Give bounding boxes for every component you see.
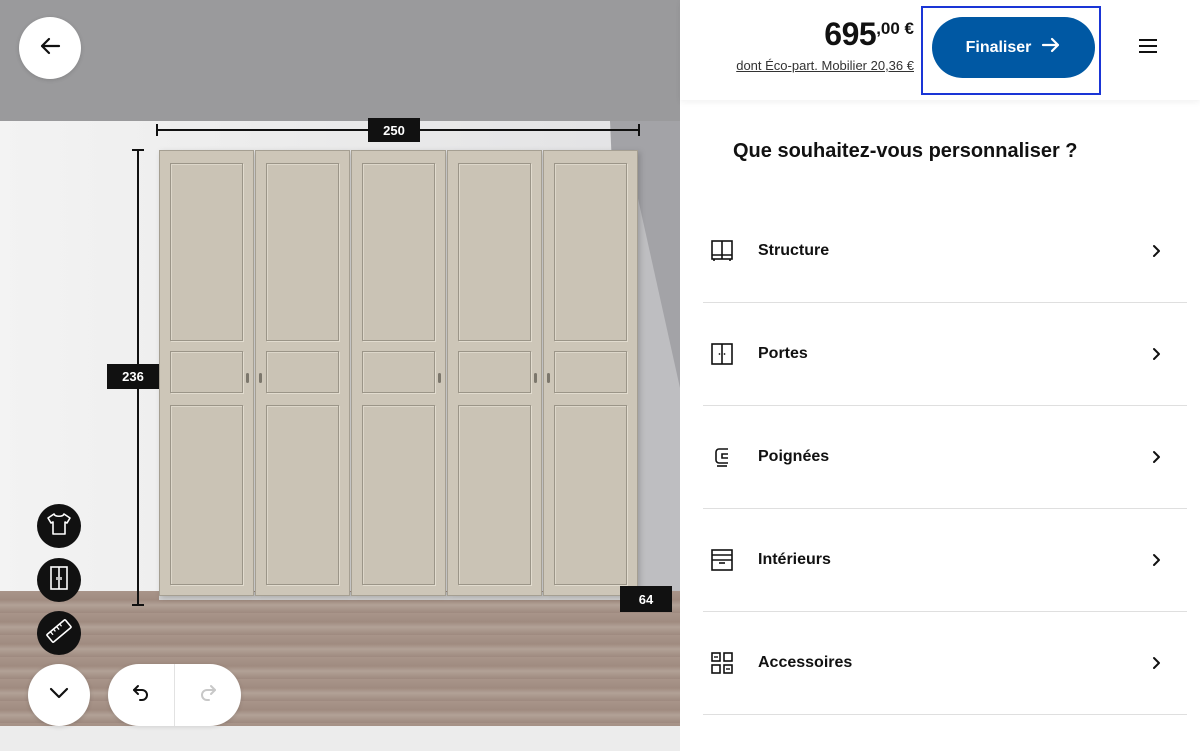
collapse-toolbar-button[interactable]: [28, 664, 90, 726]
wooden-floor: [0, 591, 680, 726]
menu-button[interactable]: [1134, 34, 1162, 62]
undo-icon: [132, 684, 150, 707]
option-label: Accessoires: [758, 654, 853, 671]
door-knob: [547, 373, 550, 383]
wardrobe-doors-icon: [48, 565, 70, 596]
redo-button[interactable]: [175, 664, 241, 726]
depth-label: 64: [620, 586, 672, 612]
floor-edge: [0, 726, 680, 751]
wardrobe-door: [255, 150, 350, 596]
structure-icon: [709, 238, 735, 264]
interiors-icon: [709, 547, 735, 573]
chevron-right-icon: [1149, 244, 1163, 258]
back-button[interactable]: [19, 17, 81, 79]
finalise-label: Finaliser: [965, 38, 1032, 56]
door-knob: [438, 373, 441, 383]
option-accessoires[interactable]: Accessoires: [703, 612, 1187, 715]
doors-icon: [709, 341, 735, 367]
arrow-right-icon: [1041, 36, 1061, 59]
ceiling: [0, 0, 680, 121]
option-label: Poignées: [758, 448, 830, 465]
option-label: Intérieurs: [758, 551, 831, 568]
total-price: 695,00 €: [824, 16, 914, 53]
doors-view-button[interactable]: [37, 558, 81, 602]
panel-heading: Que souhaitez-vous personnaliser ?: [733, 140, 1078, 162]
width-label: 250: [368, 118, 420, 142]
undo-button[interactable]: [108, 664, 175, 726]
ruler-icon: [45, 617, 73, 650]
chevron-right-icon: [1149, 656, 1163, 670]
finalise-button[interactable]: Finaliser: [932, 17, 1095, 78]
price-integer: 695: [824, 16, 877, 52]
undo-redo-group: [108, 664, 241, 726]
option-structure[interactable]: Structure: [703, 200, 1187, 303]
option-label: Portes: [758, 345, 808, 362]
handles-icon: [709, 444, 735, 470]
option-label: Structure: [758, 242, 830, 259]
accessories-icon: [709, 650, 735, 676]
door-knob: [259, 373, 262, 383]
chevron-right-icon: [1149, 347, 1163, 361]
customization-panel: 695,00 € dont Éco-part. Mobilier 20,36 €…: [680, 0, 1200, 751]
wardrobe-door: [543, 150, 638, 596]
door-knob: [534, 373, 537, 383]
option-poignees[interactable]: Poignées: [703, 406, 1187, 509]
wardrobe-contents-button[interactable]: [37, 504, 81, 548]
eco-fee-link[interactable]: dont Éco-part. Mobilier 20,36 €: [736, 58, 914, 73]
configurator-3d-view[interactable]: 250 236 64: [0, 0, 680, 751]
price-decimal: ,00 €: [876, 19, 914, 38]
hamburger-icon: [1138, 38, 1158, 59]
door-knob: [246, 373, 249, 383]
wardrobe-model[interactable]: [159, 150, 638, 596]
customization-options: Structure Portes Poignées Intérieurs Acc…: [703, 200, 1187, 715]
option-interieurs[interactable]: Intérieurs: [703, 509, 1187, 612]
redo-icon: [199, 684, 217, 707]
measure-button[interactable]: [37, 611, 81, 655]
top-bar: 695,00 € dont Éco-part. Mobilier 20,36 €…: [680, 0, 1200, 100]
option-portes[interactable]: Portes: [703, 303, 1187, 406]
wardrobe-door: [351, 150, 446, 596]
chevron-right-icon: [1149, 553, 1163, 567]
tshirt-icon: [45, 511, 73, 542]
wardrobe-door: [447, 150, 542, 596]
height-label: 236: [107, 364, 159, 389]
chevron-right-icon: [1149, 450, 1163, 464]
wardrobe-door: [159, 150, 254, 596]
chevron-down-icon: [49, 686, 69, 704]
arrow-left-icon: [39, 35, 61, 62]
